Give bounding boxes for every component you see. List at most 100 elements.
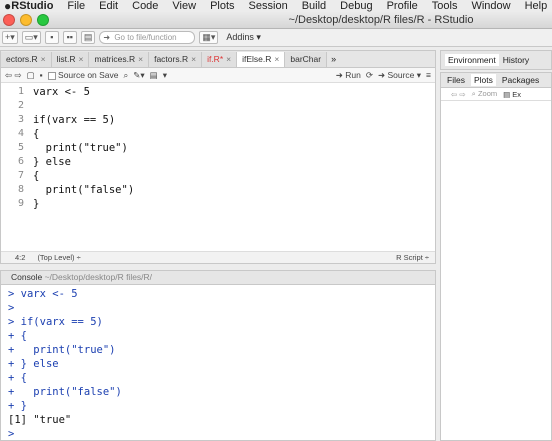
tab-label: ifElse.R [242,54,272,64]
console-title[interactable]: Console [11,272,42,282]
source-on-save-checkbox[interactable]: Source on Save [47,70,119,80]
print-icon[interactable]: ▤ [80,31,96,44]
console-prompt: + [8,372,21,384]
menu-app-name[interactable]: RStudio [11,0,53,12]
line-number: 2 [17,100,24,111]
console-prompt: > [8,428,21,440]
console-header: Console ~/Desktop/desktop/R files/R/ [1,271,435,285]
menu-plots[interactable]: Plots [210,0,234,12]
menu-edit[interactable]: Edit [99,0,118,12]
options-icon[interactable]: ▾ [163,70,167,81]
menu-debug[interactable]: Debug [340,0,372,12]
scope-selector[interactable]: (Top Level) ÷ [37,252,80,263]
export-button[interactable]: ▤ Ex [503,90,521,99]
console-line: + print("false") [8,385,435,399]
console-line: + print("true") [8,343,435,357]
close-tab-icon[interactable]: × [41,54,46,64]
source-button[interactable]: ➜ Source ▾ [378,70,421,81]
new-file-icon[interactable]: +▾ [2,31,18,44]
tab-factors[interactable]: factors.R × [149,52,203,67]
console-line: > varx <- 5 [8,287,435,301]
rerun-icon[interactable]: ⟳ [366,70,373,81]
code-line: 8 print("false") [1,183,435,197]
code-line: 1 varx <- 5 [1,85,435,99]
line-number: 8 [17,184,24,195]
code-line: 7{ [1,169,435,183]
menu-view[interactable]: View [172,0,196,12]
close-tab-icon[interactable]: × [138,54,143,64]
tab-label: ectors.R [6,54,38,64]
compile-report-icon[interactable]: ▤ [150,70,158,81]
console-path: ~/Desktop/desktop/R files/R/ [44,272,153,282]
save-all-icon[interactable]: ▪▪ [62,31,77,44]
more-tabs-icon[interactable]: » [331,54,336,64]
zoom-label: Zoom [477,89,498,98]
menu-file[interactable]: File [67,0,85,12]
line-text: { [33,170,40,182]
code-editor[interactable]: 1 varx <- 5 2 3 if(varx == 5) 4{ 5 print("… [1,83,435,211]
close-tab-icon[interactable]: × [226,54,231,64]
close-tab-icon[interactable]: × [79,54,84,64]
console-prompt: + [8,358,21,370]
save-icon[interactable]: ▪ [44,31,59,44]
filetype-selector[interactable]: R Script ÷ [396,252,429,263]
run-button[interactable]: ➜ Run [336,70,361,81]
outline-icon[interactable]: ≡ [426,70,431,80]
tab-history[interactable]: History [503,55,529,65]
tab-plots[interactable]: Plots [470,74,496,86]
window-title: ~/Desktop/desktop/R files/R - RStudio [288,14,474,26]
tab-matrices[interactable]: matrices.R × [89,52,150,67]
menu-help[interactable]: Help [525,0,548,12]
show-in-window-icon[interactable]: ▢ [27,70,35,81]
addins-menu[interactable]: Addins ▾ [226,32,261,43]
tab-barchart[interactable]: barChar [285,52,328,67]
menu-session[interactable]: Session [249,0,288,12]
source-on-save-label: Source on Save [58,70,119,80]
back-icon[interactable]: ⇦ ⇨ [5,70,22,81]
console-text: [1] "true" [8,414,72,426]
tab-environment[interactable]: Environment [445,54,499,66]
files-pane: Files Plots Packages ⇦ ⇨ ⌕ Zoom ▤ Ex [440,72,552,441]
line-number: 9 [17,198,24,209]
line-text: if(varx == 5) [33,114,116,126]
tab-if[interactable]: if.R* × [202,52,238,67]
editor-status-bar: 4:2 (Top Level) ÷ R Script ÷ [1,251,435,263]
tab-packages[interactable]: Packages [502,75,539,85]
menu-window[interactable]: Window [471,0,510,12]
goto-arrow-icon: ➜ [103,33,111,42]
tab-list[interactable]: list.R × [51,52,90,67]
close-tab-icon[interactable]: × [274,54,279,64]
menu-tools[interactable]: Tools [432,0,458,12]
console-output[interactable]: > varx <- 5 > > if(varx == 5) + { + prin… [1,285,435,441]
code-line: 9} [1,197,435,211]
tab-label: if.R* [207,54,224,64]
console-prompt: > [8,316,21,328]
menu-build[interactable]: Build [302,0,326,12]
console-line: [1] "true" [8,413,435,427]
console-prompt: + [8,344,21,356]
window-titlebar: ~/Desktop/desktop/R files/R - RStudio [0,12,552,29]
tab-label: list.R [56,54,76,64]
console-line: > if(varx == 5) [8,315,435,329]
plots-toolbar: ⇦ ⇨ ⌕ Zoom ▤ Ex [441,88,551,101]
tab-ifelse[interactable]: ifElse.R × [237,52,286,67]
goto-file-input[interactable]: ➜ Go to file/function [99,31,196,44]
find-icon[interactable]: ⌕ [124,70,129,81]
prev-plot-icon[interactable]: ⇦ ⇨ [451,90,466,99]
environment-pane: Environment History [440,50,552,70]
workspace-panes-icon[interactable]: ▦▾ [199,31,219,44]
save-doc-icon[interactable]: ▪ [40,70,43,80]
tab-vectors[interactable]: ectors.R × [1,52,52,67]
line-number: 6 [17,156,24,167]
code-tools-icon[interactable]: ✎▾ [133,70,144,81]
console-line: + { [8,329,435,343]
zoom-button[interactable]: ⌕ Zoom [472,89,497,99]
menu-profile[interactable]: Profile [387,0,418,12]
main-toolbar: +▾ ▭▾ ▪ ▪▪ ▤ ➜ Go to file/function ▦▾ Ad… [0,29,552,47]
tab-files[interactable]: Files [447,75,465,85]
close-tab-icon[interactable]: × [191,54,196,64]
menu-code[interactable]: Code [132,0,158,12]
source-label: Source [387,69,415,80]
menu-bar: ● RStudio File Edit Code View Plots Sess… [0,0,552,13]
open-file-icon[interactable]: ▭▾ [21,31,41,44]
